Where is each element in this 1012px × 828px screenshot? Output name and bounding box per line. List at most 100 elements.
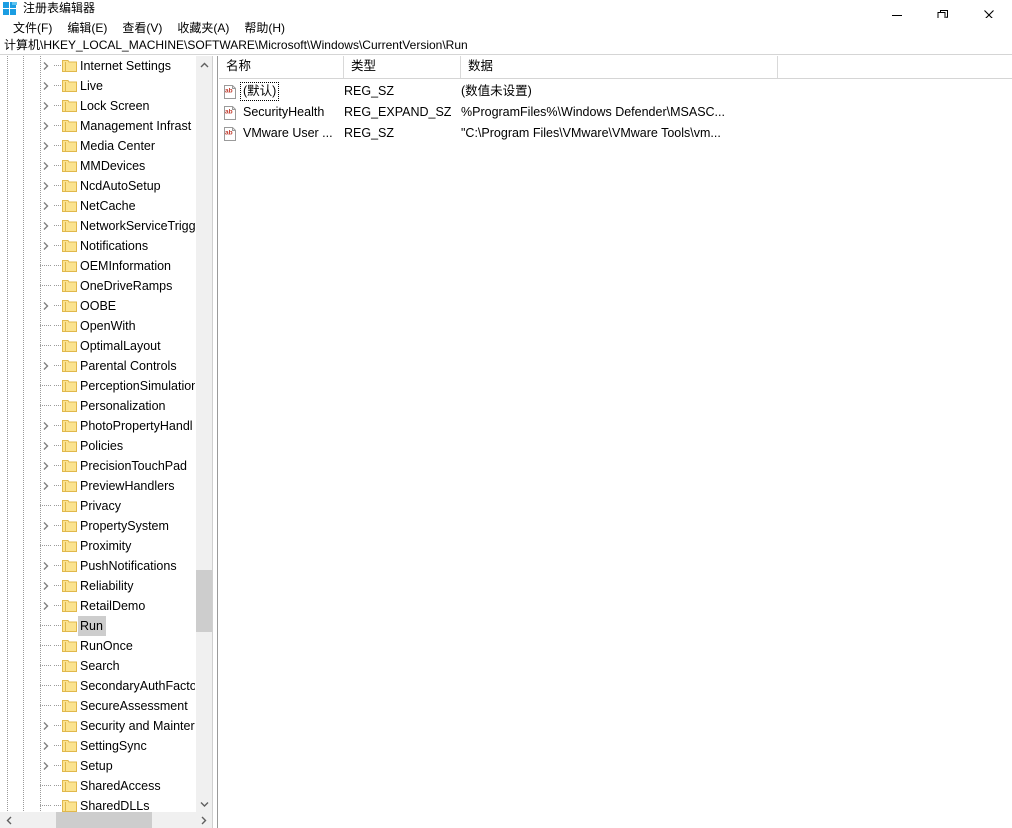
tree-item[interactable]: OpenWith xyxy=(0,316,195,336)
tree-item[interactable]: PropertySystem xyxy=(0,516,195,536)
menu-view[interactable]: 查看(V) xyxy=(115,19,170,37)
expand-chevron-icon[interactable] xyxy=(40,740,52,752)
tree-item[interactable]: Security and Mainter xyxy=(0,716,195,736)
tree-item[interactable]: Proximity xyxy=(0,536,195,556)
tree-item[interactable]: PreviewHandlers xyxy=(0,476,195,496)
tree-horizontal-scrollbar[interactable] xyxy=(0,812,212,828)
tree-vertical-scrollbar[interactable] xyxy=(195,56,212,812)
tree-item[interactable]: SecureAssessment xyxy=(0,696,195,716)
expand-chevron-icon[interactable] xyxy=(40,520,52,532)
expand-chevron-icon[interactable] xyxy=(40,100,52,112)
expand-chevron-icon[interactable] xyxy=(40,440,52,452)
pane-splitter[interactable] xyxy=(212,56,218,828)
tree-elbow-line xyxy=(40,545,51,546)
column-header-data[interactable]: 数据 xyxy=(461,56,778,78)
tree-scroll-thumb[interactable] xyxy=(196,570,212,632)
tree-elbow-line xyxy=(40,805,51,806)
expand-chevron-icon[interactable] xyxy=(40,480,52,492)
expand-chevron-icon[interactable] xyxy=(40,560,52,572)
expand-chevron-icon[interactable] xyxy=(40,600,52,612)
address-bar[interactable]: 计算机\HKEY_LOCAL_MACHINE\SOFTWARE\Microsof… xyxy=(0,37,1012,55)
tree-item[interactable]: NetCache xyxy=(0,196,195,216)
value-row[interactable]: ab (默认) REG_SZ (数值未设置) xyxy=(219,81,1012,102)
menu-favorites[interactable]: 收藏夹(A) xyxy=(170,19,237,37)
folder-icon xyxy=(62,79,77,93)
tree-item-label: Parental Controls xyxy=(80,359,177,373)
tree-item[interactable]: PhotoPropertyHandl xyxy=(0,416,195,436)
scroll-right-button[interactable] xyxy=(195,812,212,828)
column-header-name[interactable]: 名称 xyxy=(219,56,344,78)
menu-file[interactable]: 文件(F) xyxy=(6,19,60,37)
tree-connector-line xyxy=(54,445,61,446)
tree-item[interactable]: OneDriveRamps xyxy=(0,276,195,296)
expand-chevron-icon[interactable] xyxy=(40,200,52,212)
tree-item[interactable]: PrecisionTouchPad xyxy=(0,456,195,476)
expand-chevron-icon[interactable] xyxy=(40,180,52,192)
tree-item[interactable]: Live xyxy=(0,76,195,96)
tree-item[interactable]: NetworkServiceTrigg xyxy=(0,216,195,236)
tree-item[interactable]: Search xyxy=(0,656,195,676)
tree-item[interactable]: RunOnce xyxy=(0,636,195,656)
tree-connector-line xyxy=(54,405,61,406)
expand-chevron-icon[interactable] xyxy=(40,240,52,252)
expand-chevron-icon[interactable] xyxy=(40,580,52,592)
tree-item[interactable]: Policies xyxy=(0,436,195,456)
tree-item[interactable]: Media Center xyxy=(0,136,195,156)
expand-chevron-icon[interactable] xyxy=(40,80,52,92)
menu-edit[interactable]: 编辑(E) xyxy=(60,19,115,37)
expand-chevron-icon[interactable] xyxy=(40,760,52,772)
expand-chevron-icon[interactable] xyxy=(40,60,52,72)
tree-item-label: Lock Screen xyxy=(80,99,150,113)
tree-elbow-line xyxy=(40,265,51,266)
expand-chevron-icon[interactable] xyxy=(40,460,52,472)
tree-item[interactable]: SecondaryAuthFacto xyxy=(0,676,195,696)
tree-item[interactable]: Parental Controls xyxy=(0,356,195,376)
tree-item[interactable]: RetailDemo xyxy=(0,596,195,616)
tree-item[interactable]: MMDevices xyxy=(0,156,195,176)
expand-chevron-icon[interactable] xyxy=(40,300,52,312)
expand-chevron-icon[interactable] xyxy=(40,420,52,432)
menu-help[interactable]: 帮助(H) xyxy=(237,19,293,37)
folder-icon xyxy=(62,119,77,133)
tree-item[interactable]: Run xyxy=(0,616,195,636)
tree-item[interactable]: Personalization xyxy=(0,396,195,416)
tree-item[interactable]: OOBE xyxy=(0,296,195,316)
tree-item[interactable]: Reliability xyxy=(0,576,195,596)
expand-chevron-icon[interactable] xyxy=(40,720,52,732)
tree-item[interactable]: PerceptionSimulation xyxy=(0,376,195,396)
tree-item[interactable]: OEMInformation xyxy=(0,256,195,276)
tree-item-label: PhotoPropertyHandl xyxy=(80,419,193,433)
tree-item[interactable]: Management Infrast xyxy=(0,116,195,136)
tree-item[interactable]: PushNotifications xyxy=(0,556,195,576)
tree-item[interactable]: Notifications xyxy=(0,236,195,256)
tree-hscroll-thumb[interactable] xyxy=(56,812,152,828)
folder-icon xyxy=(62,659,77,673)
scroll-left-button[interactable] xyxy=(0,812,17,828)
tree-item-label: Proximity xyxy=(80,539,132,553)
tree-item[interactable]: Lock Screen xyxy=(0,96,195,116)
tree-connector-line xyxy=(54,545,61,546)
tree-item[interactable]: SharedDLLs xyxy=(0,796,195,812)
tree-item[interactable]: Privacy xyxy=(0,496,195,516)
tree-guide-line xyxy=(40,276,41,296)
expand-chevron-icon[interactable] xyxy=(40,220,52,232)
tree-item[interactable]: SettingSync xyxy=(0,736,195,756)
tree-item-label: Setup xyxy=(80,759,113,773)
column-header-type[interactable]: 类型 xyxy=(344,56,461,78)
expand-chevron-icon[interactable] xyxy=(40,160,52,172)
scroll-down-button[interactable] xyxy=(196,795,212,812)
value-row[interactable]: ab VMware User ... REG_SZ "C:\Program Files… xyxy=(219,123,1012,144)
tree-connector-line xyxy=(54,425,61,426)
expand-chevron-icon[interactable] xyxy=(40,360,52,372)
tree-item[interactable]: OptimalLayout xyxy=(0,336,195,356)
folder-icon xyxy=(62,619,77,633)
folder-icon xyxy=(62,439,77,453)
value-row[interactable]: ab SecurityHealth REG_EXPAND_SZ %ProgramFil… xyxy=(219,102,1012,123)
scroll-up-button[interactable] xyxy=(196,56,212,73)
tree-item[interactable]: SharedAccess xyxy=(0,776,195,796)
tree-item[interactable]: Internet Settings xyxy=(0,56,195,76)
expand-chevron-icon[interactable] xyxy=(40,120,52,132)
expand-chevron-icon[interactable] xyxy=(40,140,52,152)
tree-item[interactable]: Setup xyxy=(0,756,195,776)
tree-item[interactable]: NcdAutoSetup xyxy=(0,176,195,196)
